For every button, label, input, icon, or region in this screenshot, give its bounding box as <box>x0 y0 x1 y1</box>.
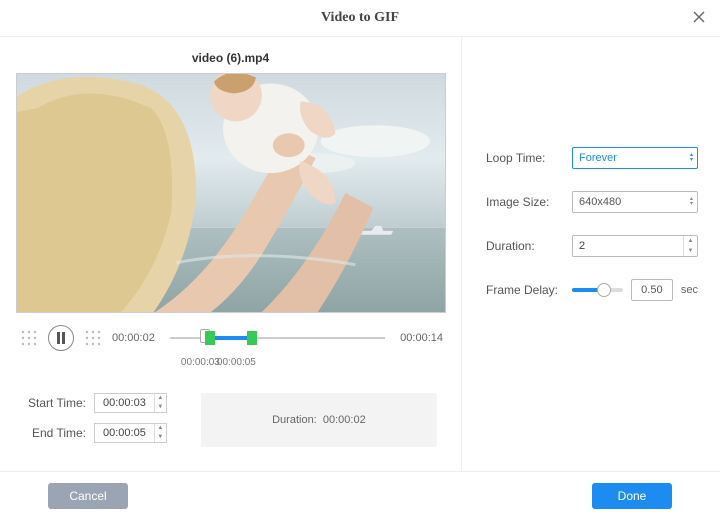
chevron-up-icon[interactable]: ▲ <box>155 394 166 403</box>
play-pause-button[interactable] <box>48 325 74 351</box>
step-forward-handle[interactable] <box>82 327 104 349</box>
window-title: Video to GIF <box>321 10 399 26</box>
frame-delay-unit: sec <box>681 284 698 296</box>
chevron-down-icon[interactable]: ▼ <box>684 246 697 256</box>
chevron-up-icon[interactable]: ▲ <box>155 424 166 433</box>
chevron-down-icon[interactable]: ▼ <box>155 433 166 442</box>
selection-end-label: 00:00:05 <box>217 357 256 368</box>
chevron-up-icon[interactable]: ▲ <box>684 236 697 246</box>
duration-display: Duration: 00:00:02 <box>201 393 437 447</box>
selection-start-handle[interactable] <box>205 331 215 345</box>
duration-stepper[interactable]: 2 ▲▼ <box>572 235 698 257</box>
chevron-updown-icon: ▴▾ <box>690 153 693 163</box>
selection-range <box>215 336 247 340</box>
start-time-label: Start Time: <box>24 396 86 410</box>
file-name: video (6).mp4 <box>14 47 447 73</box>
frame-delay-value[interactable]: 0.50 <box>631 279 673 301</box>
step-back-handle[interactable] <box>18 327 40 349</box>
cancel-button[interactable]: Cancel <box>48 483 128 509</box>
end-time-stepper[interactable]: 00:00:05 ▲▼ <box>94 423 167 443</box>
end-time-label: End Time: <box>24 426 86 440</box>
frame-delay-label: Frame Delay: <box>486 283 562 297</box>
selection-start-label: 00:00:03 <box>181 357 220 368</box>
close-icon <box>693 11 705 23</box>
image-size-select[interactable]: 640x480 ▴▾ <box>572 191 698 213</box>
frame-delay-slider[interactable] <box>572 288 623 292</box>
pause-icon <box>56 332 66 344</box>
close-button[interactable] <box>690 8 708 26</box>
slider-thumb[interactable] <box>597 283 611 297</box>
done-button[interactable]: Done <box>592 483 672 509</box>
total-time: 00:00:14 <box>393 332 443 344</box>
end-time-value: 00:00:05 <box>95 427 154 439</box>
timeline[interactable] <box>170 328 385 348</box>
loop-time-select[interactable]: Forever ▴▾ <box>572 147 698 169</box>
duration-label: Duration: <box>486 239 562 253</box>
start-time-value: 00:00:03 <box>95 397 154 409</box>
loop-time-label: Loop Time: <box>486 151 562 165</box>
video-preview[interactable] <box>16 73 446 313</box>
chevron-updown-icon: ▴▾ <box>690 197 693 207</box>
current-time: 00:00:02 <box>112 332 162 344</box>
selection-end-handle[interactable] <box>247 331 257 345</box>
image-size-label: Image Size: <box>486 195 562 209</box>
title-bar: Video to GIF <box>0 0 720 36</box>
start-time-stepper[interactable]: 00:00:03 ▲▼ <box>94 393 167 413</box>
chevron-down-icon[interactable]: ▼ <box>155 403 166 412</box>
